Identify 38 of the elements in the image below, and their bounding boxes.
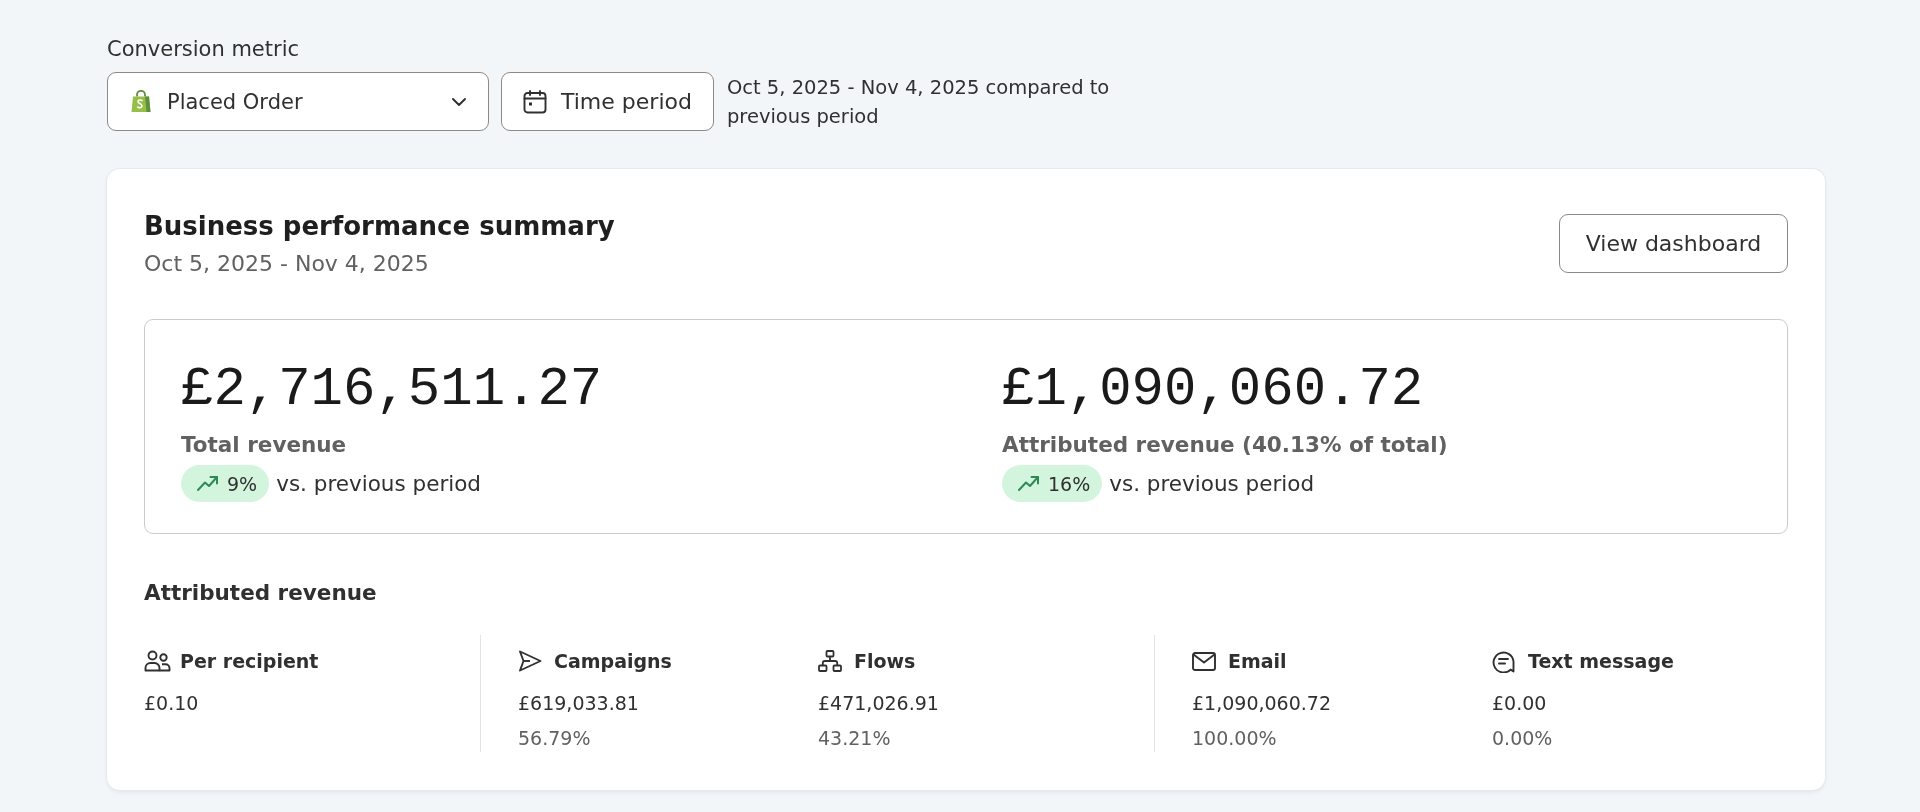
envelope-icon bbox=[1192, 651, 1216, 671]
card-title: Business performance summary bbox=[144, 210, 615, 243]
view-dashboard-button[interactable]: View dashboard bbox=[1559, 214, 1788, 273]
stat-title: Campaigns bbox=[554, 649, 672, 673]
date-range-note: Oct 5, 2025 - Nov 4, 2025 compared to previous period bbox=[726, 74, 1111, 130]
metric-label: Total revenue bbox=[181, 432, 348, 458]
calendar-icon bbox=[523, 89, 547, 114]
metric-value: £1,090,060.72 bbox=[1002, 359, 1425, 421]
stat-share: 0.00% bbox=[1492, 726, 1554, 750]
stat-share: 56.79% bbox=[518, 726, 592, 750]
shopping-bag-icon bbox=[131, 90, 151, 113]
card-date-range: Oct 5, 2025 - Nov 4, 2025 bbox=[144, 250, 430, 278]
stat-value: £471,026.91 bbox=[818, 691, 940, 715]
stat-title: Per recipient bbox=[180, 649, 319, 673]
conversion-metric-label: Conversion metric bbox=[107, 36, 301, 62]
stat-share: 100.00% bbox=[1192, 726, 1278, 750]
chat-bubble-icon bbox=[1492, 649, 1515, 673]
stat-share: 43.21% bbox=[818, 726, 892, 750]
stat-title: Text message bbox=[1528, 649, 1674, 673]
send-icon bbox=[518, 650, 542, 672]
comparison-text: vs. previous period bbox=[1109, 470, 1315, 497]
chevron-down-icon bbox=[452, 97, 466, 106]
stat-value: £0.00 bbox=[1492, 691, 1548, 715]
time-period-button[interactable]: Time period bbox=[501, 72, 714, 131]
stat-value: £0.10 bbox=[144, 691, 200, 715]
change-percent: 16% bbox=[1048, 472, 1091, 495]
stat-value: £1,090,060.72 bbox=[1192, 691, 1332, 715]
stat-value: £619,033.81 bbox=[518, 691, 640, 715]
change-percent: 9% bbox=[227, 472, 258, 495]
metric-label: Attributed revenue (40.13% of total) bbox=[1002, 432, 1449, 458]
conversion-metric-dropdown[interactable]: Placed Order bbox=[107, 72, 489, 131]
section-title: Attributed revenue bbox=[144, 580, 378, 606]
comparison-text: vs. previous period bbox=[276, 470, 481, 497]
stat-title: Email bbox=[1228, 649, 1287, 673]
people-icon bbox=[144, 650, 171, 672]
flowchart-icon bbox=[818, 650, 842, 672]
metric-value: £2,716,511.27 bbox=[181, 359, 604, 421]
stat-title: Flows bbox=[854, 649, 916, 673]
